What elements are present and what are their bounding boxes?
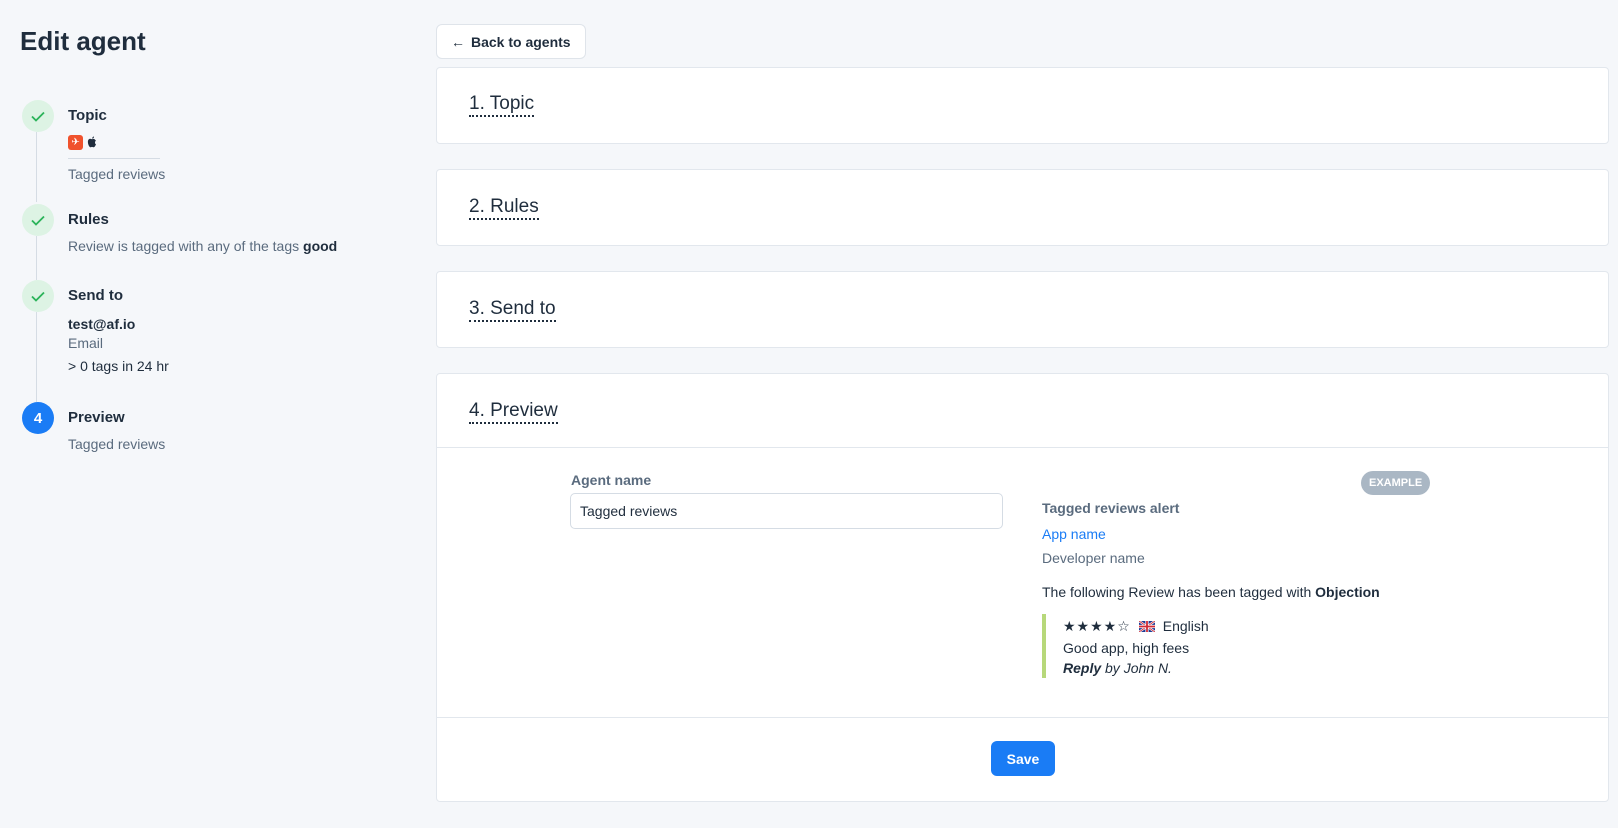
step-preview-subtitle: Tagged reviews	[68, 436, 166, 452]
save-button[interactable]: Save	[991, 741, 1055, 776]
section-topic[interactable]: 1. Topic	[436, 67, 1609, 144]
rules-tag: good	[303, 238, 338, 254]
tag-message: The following Review has been tagged wit…	[1042, 584, 1442, 600]
step-connector	[36, 312, 37, 402]
step-number-badge: 4	[22, 402, 54, 434]
step-topic[interactable]: Topic ✈ Tagged reviews	[20, 100, 380, 204]
review-text: Good app, high fees	[1063, 640, 1190, 656]
step-send-to[interactable]: Send to test@af.io Email > 0 tags in 24 …	[20, 280, 380, 402]
sidebar: Edit agent Topic ✈ Tagged reviews Rules …	[20, 0, 400, 828]
step-complete-check-icon	[22, 204, 54, 236]
section-topic-title[interactable]: 1. Topic	[469, 93, 535, 117]
divider	[437, 447, 1608, 448]
step-list: Topic ✈ Tagged reviews Rules Review is t…	[20, 100, 380, 462]
step-complete-check-icon	[22, 280, 54, 312]
step-topic-title: Topic	[68, 107, 107, 124]
channel-type: Email	[68, 335, 104, 351]
step-rules[interactable]: Rules Review is tagged with any of the t…	[20, 204, 380, 280]
uk-flag-icon	[1138, 620, 1155, 632]
arrow-left-icon: ←	[451, 33, 465, 50]
app-name-link[interactable]: App name	[1042, 526, 1442, 542]
reply-label: Reply	[1063, 660, 1102, 676]
page-title: Edit agent	[20, 26, 146, 56]
step-connector	[36, 132, 37, 202]
back-to-agents-button[interactable]: ← Back to agents	[436, 24, 586, 59]
review-language: English	[1162, 618, 1209, 634]
divider	[68, 158, 160, 159]
agent-name-input[interactable]	[570, 493, 1003, 529]
step-preview-title: Preview	[68, 409, 125, 426]
review-quote: ★★★★☆ English Good app, high fees Reply …	[1042, 614, 1442, 678]
section-rules-title[interactable]: 2. Rules	[469, 196, 539, 220]
section-preview-title[interactable]: 4. Preview	[469, 400, 558, 424]
alert-title: Tagged reviews alert	[1042, 500, 1180, 516]
developer-name: Developer name	[1042, 550, 1145, 566]
example-badge: EXAMPLE	[1361, 471, 1431, 495]
reply-author: by John N.	[1105, 660, 1172, 676]
send-condition: > 0 tags in 24 hr	[68, 358, 169, 374]
section-preview: 4. Preview Agent name EXAMPLE Tagged rev…	[436, 373, 1609, 802]
back-button-label: Back to agents	[471, 33, 571, 50]
tag-message-text: The following Review has been tagged wit…	[1042, 584, 1312, 600]
step-complete-check-icon	[22, 100, 54, 132]
step-rules-title: Rules	[68, 211, 109, 228]
email-preview: Tagged reviews alert App name Developer …	[1042, 500, 1442, 678]
step-send-to-title: Send to	[68, 287, 123, 304]
review-meta: ★★★★☆ English	[1063, 616, 1442, 636]
apple-icon	[87, 136, 96, 148]
step-rules-description: Review is tagged with any of the tags go…	[68, 238, 380, 254]
app-icons: ✈	[68, 132, 380, 152]
section-send-to[interactable]: 3. Send to	[436, 271, 1609, 348]
step-preview[interactable]: 4 Preview Tagged reviews	[20, 402, 380, 462]
divider	[437, 717, 1608, 718]
review-reply: Reply by John N.	[1063, 660, 1442, 676]
section-send-to-title[interactable]: 3. Send to	[469, 298, 556, 322]
step-topic-subtitle: Tagged reviews	[68, 166, 166, 182]
rules-text: Review is tagged with any of the tags	[68, 238, 300, 254]
recipient-email: test@af.io	[68, 316, 136, 332]
star-rating: ★★★★☆	[1063, 617, 1131, 634]
tag-name: Objection	[1315, 584, 1380, 600]
agent-name-label: Agent name	[571, 472, 652, 488]
section-rules[interactable]: 2. Rules	[436, 169, 1609, 246]
app-logo-icon: ✈	[68, 134, 83, 150]
step-connector	[36, 236, 37, 280]
